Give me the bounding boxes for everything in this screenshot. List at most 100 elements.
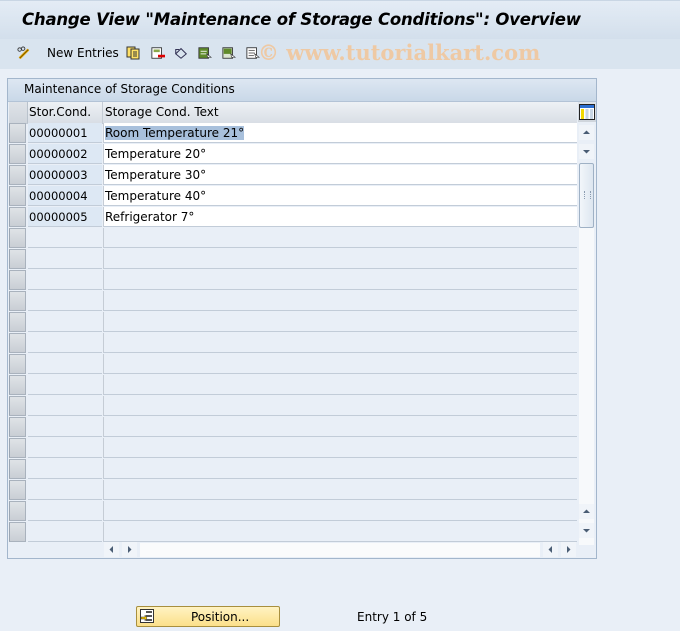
title-bar: Change View "Maintenance of Storage Cond… <box>0 0 680 40</box>
cell-stor-cond <box>28 480 102 500</box>
cell-storage-cond-text <box>103 459 577 479</box>
row-selector-button[interactable] <box>9 312 26 332</box>
row-selector-button[interactable] <box>9 228 26 248</box>
horizontal-scroll-track[interactable] <box>140 543 540 557</box>
row-selector-button[interactable] <box>9 375 26 395</box>
row-selector-button[interactable] <box>9 144 26 164</box>
page-title: Change View "Maintenance of Storage Cond… <box>22 10 581 29</box>
cell-stor-cond <box>28 291 102 311</box>
position-button[interactable]: Position... <box>136 606 280 627</box>
select-all-button[interactable] <box>198 44 212 62</box>
row-selector-button[interactable] <box>9 333 26 353</box>
cell-storage-cond-text[interactable]: Temperature 30° <box>103 165 577 185</box>
table-header: Stor.Cond. Storage Cond. Text <box>9 102 577 124</box>
table-row <box>9 291 577 312</box>
table-settings-icon <box>579 104 595 120</box>
cell-stor-cond <box>28 354 102 374</box>
cell-storage-cond-text <box>103 249 577 269</box>
cell-storage-cond-text <box>103 333 577 353</box>
column-config-button[interactable] <box>578 102 596 122</box>
scroll-left-button[interactable] <box>104 542 119 557</box>
table-title: Maintenance of Storage Conditions <box>24 82 235 96</box>
cell-stor-cond <box>28 228 102 248</box>
cell-storage-cond-text <box>103 480 577 500</box>
row-selector-button[interactable] <box>9 123 26 143</box>
cell-text-value: Temperature 40° <box>105 189 207 203</box>
arrow-down-icon <box>583 529 590 533</box>
table-title-bar: Maintenance of Storage Conditions <box>8 79 596 102</box>
row-selector-button[interactable] <box>9 480 26 500</box>
row-selector-button[interactable] <box>9 270 26 290</box>
scroll-left-end-button[interactable] <box>543 542 558 557</box>
row-selector-button[interactable] <box>9 438 26 458</box>
cell-stor-cond[interactable]: 00000004 <box>28 186 102 206</box>
arrow-up-icon <box>583 130 590 134</box>
new-entries-button[interactable]: New Entries <box>47 44 119 62</box>
cell-stor-cond <box>28 522 102 542</box>
copy-button[interactable] <box>126 44 140 62</box>
grip-icon <box>584 191 591 199</box>
row-selector-button[interactable] <box>9 501 26 521</box>
column-header-storage-cond-text[interactable]: Storage Cond. Text <box>105 105 219 119</box>
cell-stor-cond <box>28 417 102 437</box>
row-selector-button[interactable] <box>9 417 26 437</box>
table-row <box>9 312 577 333</box>
select-block-button[interactable] <box>222 44 236 62</box>
select-all-icon <box>198 47 212 59</box>
cell-storage-cond-text <box>103 375 577 395</box>
row-selector-button[interactable] <box>9 186 26 206</box>
column-header-stor-cond[interactable]: Stor.Cond. <box>29 105 91 119</box>
cell-storage-cond-text <box>103 354 577 374</box>
cell-storage-cond-text <box>103 522 577 542</box>
cell-stor-cond <box>28 333 102 353</box>
row-selector-button[interactable] <box>9 459 26 479</box>
row-selector-button[interactable] <box>9 291 26 311</box>
scroll-right-end-button[interactable] <box>561 542 576 557</box>
row-selector-button[interactable] <box>9 396 26 416</box>
cell-stor-cond <box>28 396 102 416</box>
cell-storage-cond-text <box>103 270 577 290</box>
cell-storage-cond-text <box>103 291 577 311</box>
row-selector-button[interactable] <box>9 165 26 185</box>
display-change-button[interactable] <box>17 44 31 62</box>
cell-storage-cond-text[interactable]: Temperature 40° <box>103 186 577 206</box>
scroll-down-bottom-button[interactable] <box>579 523 594 538</box>
scroll-thumb[interactable] <box>579 163 594 228</box>
cell-storage-cond-text[interactable]: Room Temperature 21° <box>103 123 577 143</box>
table-row: 00000001 Room Temperature 21° <box>9 123 577 144</box>
row-selector-button[interactable] <box>9 207 26 227</box>
table-row <box>9 396 577 417</box>
undo-button[interactable] <box>174 44 188 62</box>
select-all-rows-button[interactable] <box>9 102 28 123</box>
cell-storage-cond-text[interactable]: Refrigerator 7° <box>103 207 577 227</box>
cell-stor-cond[interactable]: 00000002 <box>28 144 102 164</box>
cell-text-value: Temperature 30° <box>105 168 207 182</box>
cell-storage-cond-text[interactable]: Temperature 20° <box>103 144 577 164</box>
table-row <box>9 249 577 270</box>
table-row <box>9 270 577 291</box>
table-row <box>9 480 577 501</box>
table-row <box>9 333 577 354</box>
cell-stor-cond <box>28 501 102 521</box>
table-row <box>9 459 577 480</box>
delete-button[interactable] <box>151 44 165 62</box>
arrow-left-icon <box>109 546 113 553</box>
row-selector-button[interactable] <box>9 249 26 269</box>
scroll-down-button[interactable] <box>579 144 594 159</box>
scroll-up-bottom-button[interactable] <box>579 504 594 519</box>
cell-stor-cond[interactable]: 00000003 <box>28 165 102 185</box>
cell-stor-cond <box>28 270 102 290</box>
cell-storage-cond-text <box>103 438 577 458</box>
watermark-text: © www.tutorialkart.com <box>258 40 541 65</box>
arrow-right-icon <box>567 546 571 553</box>
scroll-up-button[interactable] <box>579 125 594 140</box>
row-selector-button[interactable] <box>9 354 26 374</box>
arrow-up-icon <box>583 509 590 513</box>
scroll-right-button[interactable] <box>122 542 137 557</box>
row-selector-button[interactable] <box>9 522 26 542</box>
cell-stor-cond[interactable]: 00000001 <box>28 123 102 143</box>
column-separator[interactable] <box>102 102 103 123</box>
delete-icon <box>151 47 165 59</box>
table-row <box>9 438 577 459</box>
cell-stor-cond[interactable]: 00000005 <box>28 207 102 227</box>
